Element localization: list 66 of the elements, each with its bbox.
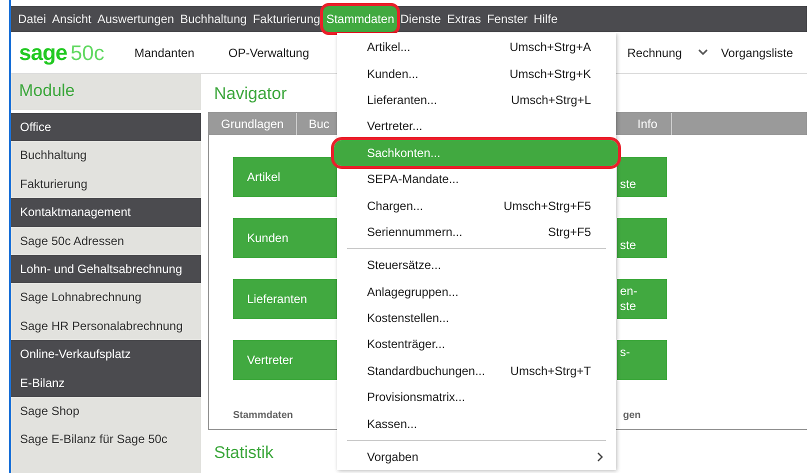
menu-item[interactable]: Steuersätze...: [340, 252, 613, 279]
menu-item[interactable]: Fakturierung: [250, 6, 324, 32]
group-label: Stammdaten: [233, 410, 294, 421]
logo: sage 50c: [19, 40, 104, 66]
menu-item-label: Sachkonten...: [367, 146, 442, 160]
menu-item-label: Vertreter...: [367, 119, 424, 134]
menu-item[interactable]: Datei: [15, 6, 50, 32]
menu-item[interactable]: Kassen...: [340, 410, 613, 437]
menu-item[interactable]: Provisionsmatrix...: [340, 384, 613, 410]
menu-item[interactable]: Hilfe: [530, 6, 561, 32]
tile-label: ste: [620, 299, 638, 314]
menu-item-label: Kunden...: [367, 66, 420, 81]
menu-item-label: Lieferanten...: [367, 92, 438, 107]
menu-item-label: Artikel...: [367, 40, 412, 54]
shortcut-label: Umsch+Strg+T: [510, 364, 591, 378]
menu-item[interactable]: Kostenstellen...: [340, 304, 613, 332]
sidebar-item[interactable]: Lohn- und Gehaltsabrechnung: [11, 254, 201, 284]
tile-label: en-: [620, 284, 638, 299]
menu-item[interactable]: Fenster: [484, 6, 531, 32]
toolbar-item[interactable]: Rechnung: [627, 46, 682, 60]
menu-item[interactable]: Auswertungen: [94, 6, 178, 32]
menu-item-label: Seriennummern...: [367, 224, 464, 239]
menu-item-label: Chargen...: [367, 198, 424, 213]
tile-label: ste: [620, 177, 638, 192]
chevron-right-icon: [597, 452, 603, 462]
menu-item[interactable]: Anlagegruppen...: [340, 278, 613, 305]
section-title: Navigator: [213, 83, 287, 105]
section-title: Statistik: [213, 442, 274, 463]
menu-item-label: Steuersätze...: [367, 258, 442, 272]
toolbar-item[interactable]: Vorgangsliste: [720, 46, 793, 60]
menu-item[interactable]: Ansicht: [49, 6, 94, 32]
menu-item[interactable]: Artikel... Umsch+Strg+A: [340, 34, 613, 60]
menu-item-label: Anlagegruppen...: [367, 284, 460, 299]
menu-item-label: Kostenstellen...: [367, 311, 450, 326]
tile-label: s-: [620, 345, 631, 360]
toolbar-item[interactable]: Mandanten: [134, 46, 194, 60]
shortcut-label: Umsch+Strg+F5: [504, 198, 591, 213]
sidebar-item[interactable]: Online-Verkaufsplatz: [11, 340, 201, 369]
shortcut-label: Umsch+Strg+K: [510, 66, 591, 81]
menu-item-label: Vorgaben: [367, 450, 420, 464]
sidebar-item[interactable]: Kontaktmanagement: [11, 198, 201, 227]
menu-item-label: Kassen...: [367, 416, 418, 431]
menu-item-label: Kostenträger...: [367, 337, 446, 352]
menu-item-label: Provisionsmatrix...: [367, 390, 466, 404]
menu-item[interactable]: Kunden... Umsch+Strg+K: [340, 60, 613, 87]
menu-item[interactable]: Dienste: [397, 6, 444, 32]
menu-item[interactable]: SEPA-Mandate...: [340, 166, 613, 192]
sidebar-item[interactable]: E-Bilanz: [11, 368, 201, 397]
shortcut-label: Umsch+Strg+A: [510, 40, 591, 54]
chevron-down-icon[interactable]: [698, 49, 708, 56]
menu-item[interactable]: Buchhaltung: [177, 6, 250, 32]
toolbar-item[interactable]: OP-Verwaltung: [228, 46, 310, 60]
menu-item[interactable]: Lieferanten... Umsch+Strg+L: [340, 86, 613, 114]
shortcut-label: Strg+F5: [548, 224, 591, 239]
menu-item[interactable]: Seriennummern... Strg+F5: [340, 218, 613, 246]
menu-item[interactable]: Chargen... Umsch+Strg+F5: [340, 192, 613, 219]
menu-item-label: SEPA-Mandate...: [367, 172, 460, 186]
menu-item-label: Standardbuchungen...: [367, 364, 486, 378]
menu-item[interactable]: Extras: [444, 6, 484, 32]
tile-label: ste: [620, 238, 638, 253]
group-label: gen: [623, 410, 641, 421]
menu-item[interactable]: Kostenträger...: [340, 331, 613, 358]
shortcut-label: Umsch+Strg+L: [510, 92, 591, 107]
menu-item[interactable]: Standardbuchungen... Umsch+Strg+T: [340, 358, 613, 384]
menu-item[interactable]: Vorgaben: [340, 444, 613, 470]
sidebar-item[interactable]: Office: [11, 113, 201, 142]
